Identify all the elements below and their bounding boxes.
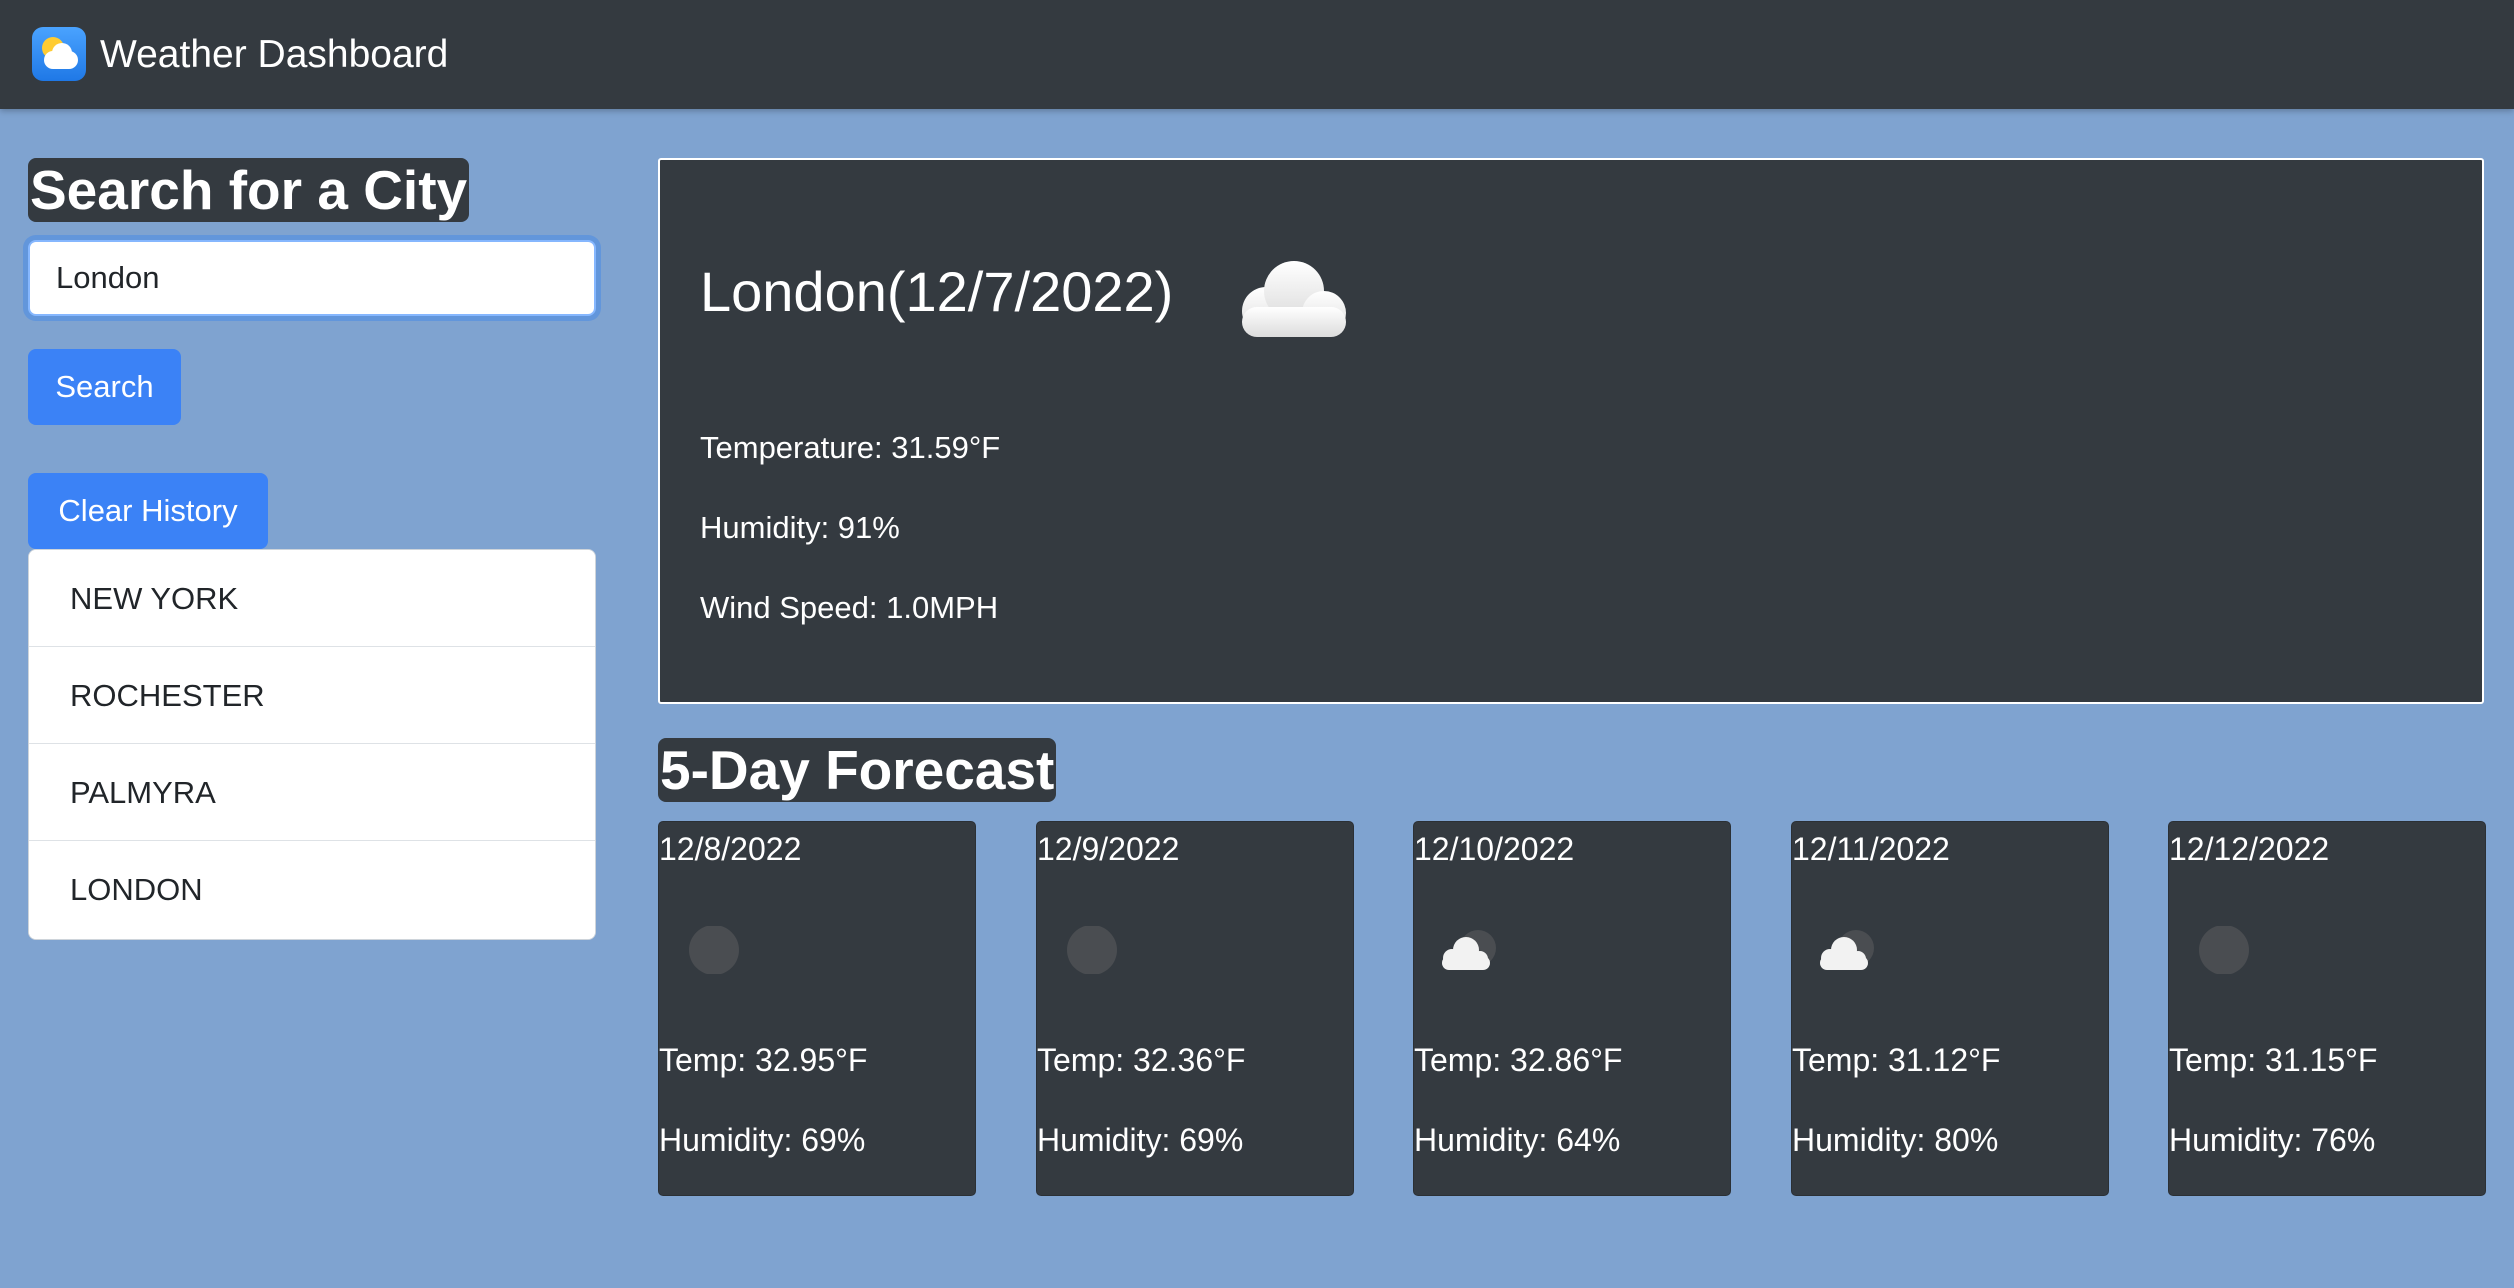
forecast-temp: Temp: 31.15°F <box>2169 1042 2378 1078</box>
forecast-temp: Temp: 32.36°F <box>1037 1042 1246 1078</box>
app-title: Weather Dashboard <box>100 33 449 76</box>
current-weather-panel: London(12/7/2022) Temperature: 31.59°F H… <box>658 158 2484 704</box>
forecast-card: 12/8/2022 Temp: 32.95°F Humidity: 69% <box>658 821 976 1196</box>
forecast-date: 12/8/2022 <box>659 831 802 867</box>
forecast-date: 12/12/2022 <box>2169 831 2330 867</box>
navbar: Weather Dashboard <box>0 0 2514 109</box>
history-item-new-york[interactable]: NEW YORK <box>29 550 595 647</box>
forecast-temp: Temp: 31.12°F <box>1792 1042 2001 1078</box>
clear-night-icon <box>689 926 739 974</box>
forecast-card: 12/10/2022 Temp: 32.86°F Humidity: 64% <box>1413 821 1731 1196</box>
weather-app-icon <box>32 27 86 81</box>
forecast-date: 12/11/2022 <box>1792 831 1950 867</box>
cloudy-night-icon <box>1442 930 1496 970</box>
search-button[interactable]: Search <box>28 349 181 425</box>
current-temperature: Temperature: 31.59°F <box>700 430 1001 465</box>
clear-night-icon <box>1067 926 1117 974</box>
history-item-rochester[interactable]: ROCHESTER <box>29 647 595 744</box>
forecast-card: 12/11/2022 Temp: 31.12°F Humidity: 80% <box>1791 821 2109 1196</box>
search-heading: Search for a City <box>28 158 470 222</box>
forecast-temp: Temp: 32.86°F <box>1414 1042 1623 1078</box>
forecast-date: 12/10/2022 <box>1414 831 1575 867</box>
current-wind-speed: Wind Speed: 1.0MPH <box>700 590 999 625</box>
forecast-humidity: Humidity: 80% <box>1792 1122 1999 1158</box>
forecast-humidity: Humidity: 69% <box>659 1122 866 1158</box>
current-city-title: London(12/7/2022) <box>700 260 1174 323</box>
forecast-temp: Temp: 32.95°F <box>659 1042 868 1078</box>
forecast-heading: 5-Day Forecast <box>658 738 1057 802</box>
cloud-icon <box>1242 261 1346 337</box>
forecast-card: 12/9/2022 Temp: 32.36°F Humidity: 69% <box>1036 821 1354 1196</box>
forecast-card: 12/12/2022 Temp: 31.15°F Humidity: 76% <box>2168 821 2486 1196</box>
history-item-palmyra[interactable]: PALMYRA <box>29 744 595 841</box>
clear-history-button[interactable]: Clear History <box>28 473 268 549</box>
forecast-humidity: Humidity: 76% <box>2169 1122 2376 1158</box>
cloudy-night-icon <box>1820 930 1874 970</box>
history-item-london[interactable]: LONDON <box>29 841 595 939</box>
city-search-input[interactable] <box>28 240 596 316</box>
current-humidity: Humidity: 91% <box>700 510 900 545</box>
forecast-humidity: Humidity: 69% <box>1037 1122 1244 1158</box>
forecast-humidity: Humidity: 64% <box>1414 1122 1621 1158</box>
clear-night-icon <box>2199 926 2249 974</box>
forecast-date: 12/9/2022 <box>1037 831 1180 867</box>
search-history-list: NEW YORK ROCHESTER PALMYRA LONDON <box>28 549 596 940</box>
